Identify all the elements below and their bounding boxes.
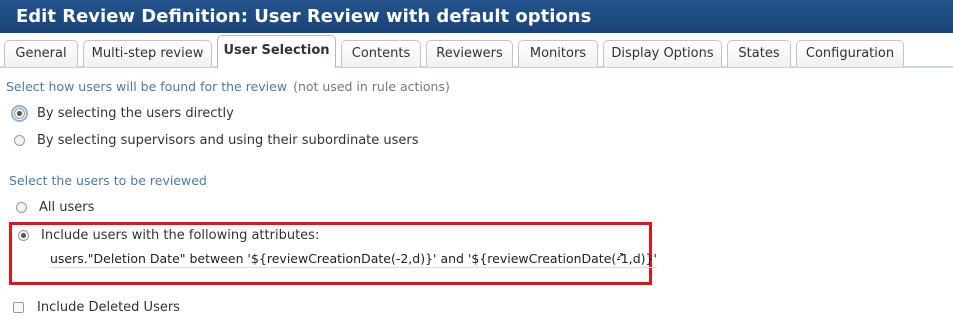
option-label: Include users with the following attribu… <box>41 228 320 243</box>
external-link-icon[interactable]: ↗ <box>616 251 624 262</box>
option-label: By selecting supervisors and using their… <box>37 133 419 148</box>
radio-select-users-directly[interactable] <box>11 105 28 122</box>
tab-states[interactable]: States <box>727 40 791 67</box>
find-users-note: (not used in rule actions) <box>293 79 450 94</box>
option-select-users-directly[interactable]: By selecting the users directly <box>11 105 234 122</box>
tab-bar: General Multi-step review User Selection… <box>0 33 953 68</box>
find-users-label-text: Select how users will be found for the r… <box>6 79 288 94</box>
attribute-expression-link[interactable]: users."Deletion Date" between '${reviewC… <box>50 251 657 268</box>
tab-monitors[interactable]: Monitors <box>518 40 598 67</box>
option-label: All users <box>39 200 95 215</box>
tab-general[interactable]: General <box>4 40 78 67</box>
option-label: By selecting the users directly <box>37 106 234 121</box>
tab-user-selection[interactable]: User Selection <box>217 35 336 68</box>
tab-multi-step-review[interactable]: Multi-step review <box>83 40 212 67</box>
find-users-section-label: Select how users will be found for the r… <box>6 79 450 94</box>
option-include-deleted-users[interactable]: Include Deleted Users <box>13 300 180 315</box>
tab-reviewers[interactable]: Reviewers <box>426 40 513 67</box>
option-include-attributes[interactable]: Include users with the following attribu… <box>18 228 319 243</box>
tab-display-options[interactable]: Display Options <box>603 40 722 67</box>
tab-contents[interactable]: Contents <box>341 40 421 67</box>
radio-include-attributes[interactable] <box>18 230 29 241</box>
radio-select-supervisors[interactable] <box>14 135 25 146</box>
page-title: Edit Review Definition: User Review with… <box>0 0 953 33</box>
option-all-users[interactable]: All users <box>16 200 94 215</box>
review-users-section-label: Select the users to be reviewed <box>9 173 207 188</box>
checkbox-include-deleted-users[interactable] <box>13 302 24 313</box>
radio-all-users[interactable] <box>16 202 27 213</box>
option-label: Include Deleted Users <box>37 300 180 315</box>
option-select-supervisors[interactable]: By selecting supervisors and using their… <box>14 133 419 148</box>
tab-configuration[interactable]: Configuration <box>796 40 904 67</box>
